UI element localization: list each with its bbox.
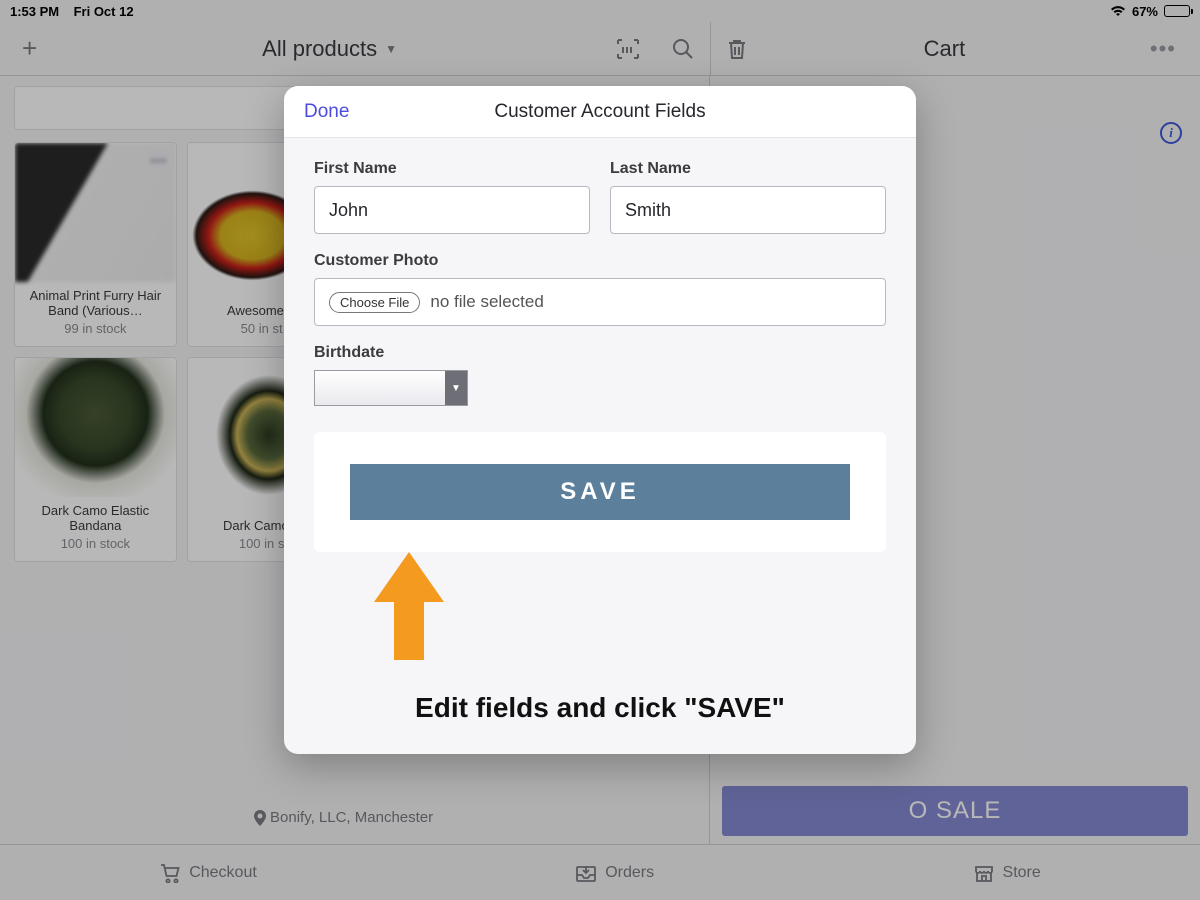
modal-body: First Name Last Name Customer Photo Choo… bbox=[284, 138, 916, 754]
first-name-input[interactable] bbox=[314, 186, 590, 234]
birthdate-label: Birthdate bbox=[314, 344, 886, 362]
modal-title: Customer Account Fields bbox=[494, 101, 705, 123]
done-label: Done bbox=[304, 101, 349, 122]
save-panel: SAVE bbox=[314, 432, 886, 552]
last-name-input[interactable] bbox=[610, 186, 886, 234]
customer-photo-field[interactable]: Choose File no file selected bbox=[314, 278, 886, 326]
customer-fields-modal: Done Customer Account Fields First Name … bbox=[284, 86, 916, 754]
first-name-label: First Name bbox=[314, 160, 590, 178]
arrow-annotation bbox=[374, 552, 444, 652]
choose-file-label: Choose File bbox=[340, 295, 409, 310]
annotation-caption: Edit fields and click "SAVE" bbox=[314, 692, 886, 724]
save-button[interactable]: SAVE bbox=[350, 464, 850, 520]
file-status: no file selected bbox=[430, 292, 543, 312]
choose-file-button[interactable]: Choose File bbox=[329, 292, 420, 313]
last-name-label: Last Name bbox=[610, 160, 886, 178]
chevron-down-icon: ▼ bbox=[445, 371, 467, 405]
done-button[interactable]: Done bbox=[304, 101, 349, 123]
birthdate-select[interactable]: ▼ bbox=[314, 370, 468, 406]
modal-header: Done Customer Account Fields bbox=[284, 86, 916, 138]
save-label: SAVE bbox=[560, 478, 640, 506]
customer-photo-label: Customer Photo bbox=[314, 252, 886, 270]
